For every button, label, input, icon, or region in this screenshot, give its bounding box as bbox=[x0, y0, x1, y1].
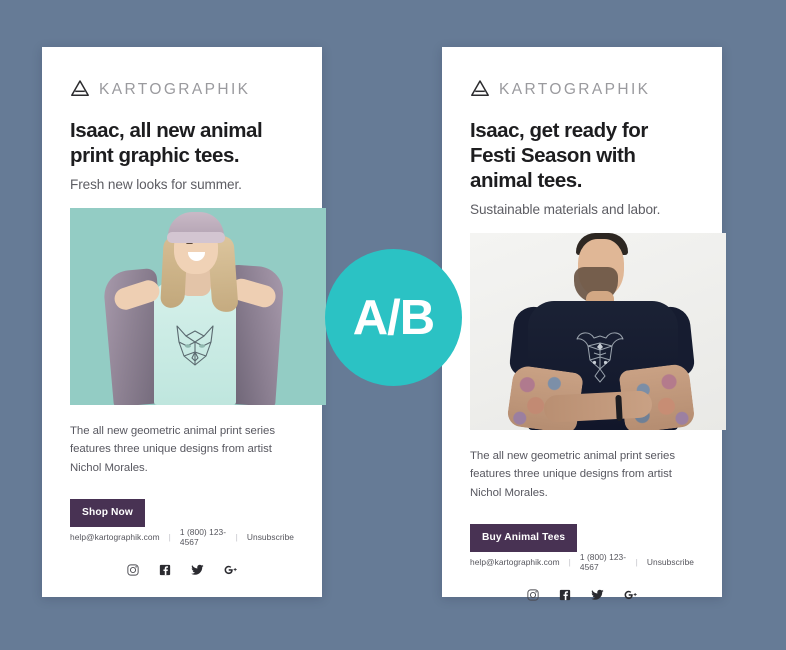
twitter-icon[interactable] bbox=[590, 589, 604, 601]
footer-divider-1-b: | bbox=[568, 557, 571, 568]
triangle-logo-icon bbox=[70, 79, 90, 102]
footer-unsubscribe-b[interactable]: Unsubscribe bbox=[647, 557, 694, 567]
facebook-icon[interactable] bbox=[559, 589, 571, 601]
twitter-icon[interactable] bbox=[190, 564, 204, 576]
hero-b-wristband bbox=[615, 394, 623, 422]
headline-b: Isaac, get ready for Festi Season with a… bbox=[470, 119, 648, 192]
hero-b-crossed-arms bbox=[543, 390, 653, 423]
email-variant-b: KARTOGRAPHIK Isaac, get ready for Festi … bbox=[442, 47, 726, 602]
email-variant-a: KARTOGRAPHIK Isaac, all new animal print… bbox=[42, 47, 326, 597]
footer-phone-b: 1 (800) 123-4567 bbox=[579, 552, 627, 573]
brand-lockup-b: KARTOGRAPHIK bbox=[470, 79, 694, 101]
footer-email-b[interactable]: help@kartographik.com bbox=[470, 557, 560, 567]
hero-image-b bbox=[470, 233, 726, 430]
social-links-b bbox=[470, 589, 694, 602]
headline-a: Isaac, all new animal print graphic tees… bbox=[70, 119, 263, 167]
brand-name-b: KARTOGRAPHIK bbox=[499, 81, 651, 98]
footer-links-b: help@kartographik.com | 1 (800) 123-4567… bbox=[470, 552, 694, 572]
hero-image-a bbox=[70, 208, 326, 405]
footer-unsubscribe-a[interactable]: Unsubscribe bbox=[247, 532, 294, 542]
footer-divider-1-a: | bbox=[168, 532, 171, 543]
footer-divider-2-b: | bbox=[635, 557, 638, 568]
instagram-icon[interactable] bbox=[526, 589, 539, 602]
ab-test-badge: A/B bbox=[325, 249, 462, 386]
instagram-icon[interactable] bbox=[126, 564, 139, 577]
footer-links-a: help@kartographik.com | 1 (800) 123-4567… bbox=[70, 527, 294, 547]
subhead-b: Sustainable materials and labor. bbox=[470, 202, 661, 217]
cta-button-b[interactable]: Buy Animal Tees bbox=[470, 524, 578, 553]
footer-b: help@kartographik.com | 1 (800) 123-4567… bbox=[470, 552, 694, 627]
hero-a-beanie-brim bbox=[167, 232, 225, 243]
body-copy-b: The all new geometric animal print serie… bbox=[470, 450, 675, 499]
comparison-stage: KARTOGRAPHIK Isaac, all new animal print… bbox=[0, 0, 786, 650]
cta-button-a[interactable]: Shop Now bbox=[70, 499, 145, 528]
footer-phone-a: 1 (800) 123-4567 bbox=[179, 527, 227, 548]
subhead-a: Fresh new looks for summer. bbox=[70, 177, 242, 192]
bull-graphic-icon bbox=[574, 329, 626, 385]
body-copy-a: The all new geometric animal print serie… bbox=[70, 425, 275, 474]
footer-email-a[interactable]: help@kartographik.com bbox=[70, 532, 160, 542]
facebook-icon[interactable] bbox=[159, 564, 171, 576]
social-links-a bbox=[70, 564, 294, 577]
google-plus-icon[interactable] bbox=[624, 589, 638, 601]
google-plus-icon[interactable] bbox=[224, 564, 238, 576]
brand-lockup-a: KARTOGRAPHIK bbox=[70, 79, 294, 101]
footer-divider-2-a: | bbox=[235, 532, 238, 543]
triangle-logo-icon bbox=[470, 79, 490, 102]
footer-a: help@kartographik.com | 1 (800) 123-4567… bbox=[70, 527, 294, 602]
wolf-graphic-icon bbox=[173, 320, 217, 368]
brand-name-a: KARTOGRAPHIK bbox=[99, 81, 251, 98]
